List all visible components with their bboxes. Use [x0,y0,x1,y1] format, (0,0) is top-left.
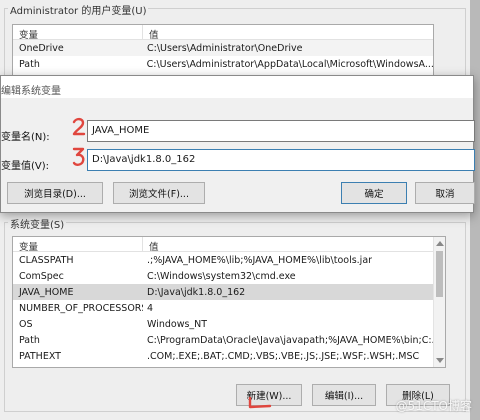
edit-system-variable-dialog: 编辑系统变量 变量名(N): JAVA_HOME 变量值(V): D:\Java… [0,75,475,213]
variable-value-field[interactable]: D:\Java\jdk1.8.0_162 [87,149,475,171]
user-vars-header: 变量 值 [13,25,433,41]
list-item[interactable]: Path C:\ProgramData\Oracle\Java\javapath… [13,332,445,348]
list-item-selected[interactable]: JAVA_HOME D:\Java\jdk1.8.0_162 [13,284,445,300]
variable-value: C:\Windows\system32\cmd.exe [147,270,296,282]
variable-value: C:\Users\Administrator\AppData\Local\Mic… [146,58,433,70]
scroll-down-icon[interactable] [436,358,444,363]
variable-name-label: 变量名(N): [1,132,50,143]
variable-value: C:\ProgramData\Oracle\Java\javapath;%JAV… [147,334,441,346]
browse-file-button[interactable]: 浏览文件(F)... [113,182,205,204]
user-vars-group-title: Administrator 的用户变量(U) [8,2,149,17]
list-item[interactable]: Path C:\Users\Administrator\AppData\Loca… [13,56,433,72]
annotation-number-3 [72,146,86,171]
variable-value: D:\Java\jdk1.8.0_162 [147,286,246,298]
handwritten-2-icon [72,117,86,136]
column-header-variable[interactable]: 变量 [13,25,143,41]
edit-button[interactable]: 编辑(I)... [312,384,376,406]
variable-name-field[interactable]: JAVA_HOME [87,120,475,142]
list-item[interactable]: NUMBER_OF_PROCESSORS 4 [13,300,445,316]
column-header-value[interactable]: 值 [143,25,159,41]
variable-name: OneDrive [19,42,64,54]
variable-name: CLASSPATH [19,254,74,266]
user-vars-list[interactable]: 变量 值 OneDrive C:\Users\Administrator\One… [12,24,434,76]
variable-value-label: 变量值(V): [1,161,50,172]
list-scrollbar[interactable] [433,237,445,367]
list-item[interactable]: CLASSPATH .;%JAVA_HOME%\lib;%JAVA_HOME%\… [13,252,445,268]
dialog-title: 编辑系统变量 [1,86,61,97]
variable-name: OS [19,318,33,330]
column-header-value[interactable]: 值 [143,237,159,253]
variable-value: .;%JAVA_HOME%\lib;%JAVA_HOME%\lib\tools.… [147,254,373,266]
system-vars-header: 变量 值 [13,237,445,253]
handwritten-3-icon [72,147,85,166]
list-item[interactable]: PATHEXT .COM;.EXE;.BAT;.CMD;.VBS;.VBE;.J… [13,348,445,364]
list-item[interactable]: OS Windows_NT [13,316,445,332]
variable-name: PATHEXT [19,350,61,362]
cancel-button[interactable]: 取消 [415,182,475,204]
watermark: @51CTO博客 [395,399,472,413]
variable-name: JAVA_HOME [19,286,74,298]
scroll-up-icon[interactable] [436,241,444,246]
variable-value: .COM;.EXE;.BAT;.CMD;.VBS;.VBE;.JS;.JSE;.… [147,350,420,362]
variable-value: Windows_NT [147,318,208,330]
system-vars-group-title: 系统变量(S) [8,216,67,231]
browse-directory-button[interactable]: 浏览目录(D)... [7,182,103,204]
system-vars-list[interactable]: 变量 值 CLASSPATH .;%JAVA_HOME%\lib;%JAVA_H… [12,236,446,368]
list-item[interactable]: ComSpec C:\Windows\system32\cmd.exe [13,268,445,284]
dialog-titlebar[interactable]: 编辑系统变量 [1,76,473,98]
column-header-variable[interactable]: 变量 [13,237,143,253]
annotation-underline [246,396,272,413]
variable-name: Path [19,334,40,346]
variable-name: Path [19,58,40,70]
annotation-number-2 [72,117,86,140]
list-item[interactable]: OneDrive C:\Users\Administrator\OneDrive [13,40,433,56]
handwritten-mark-icon [248,396,272,409]
scroll-thumb[interactable] [436,251,443,297]
variable-name: NUMBER_OF_PROCESSORS [19,302,143,314]
variable-name: ComSpec [19,270,64,282]
ok-button[interactable]: 确定 [341,182,407,204]
variable-value: 4 [147,302,154,314]
variable-value: C:\Users\Administrator\OneDrive [147,42,303,54]
